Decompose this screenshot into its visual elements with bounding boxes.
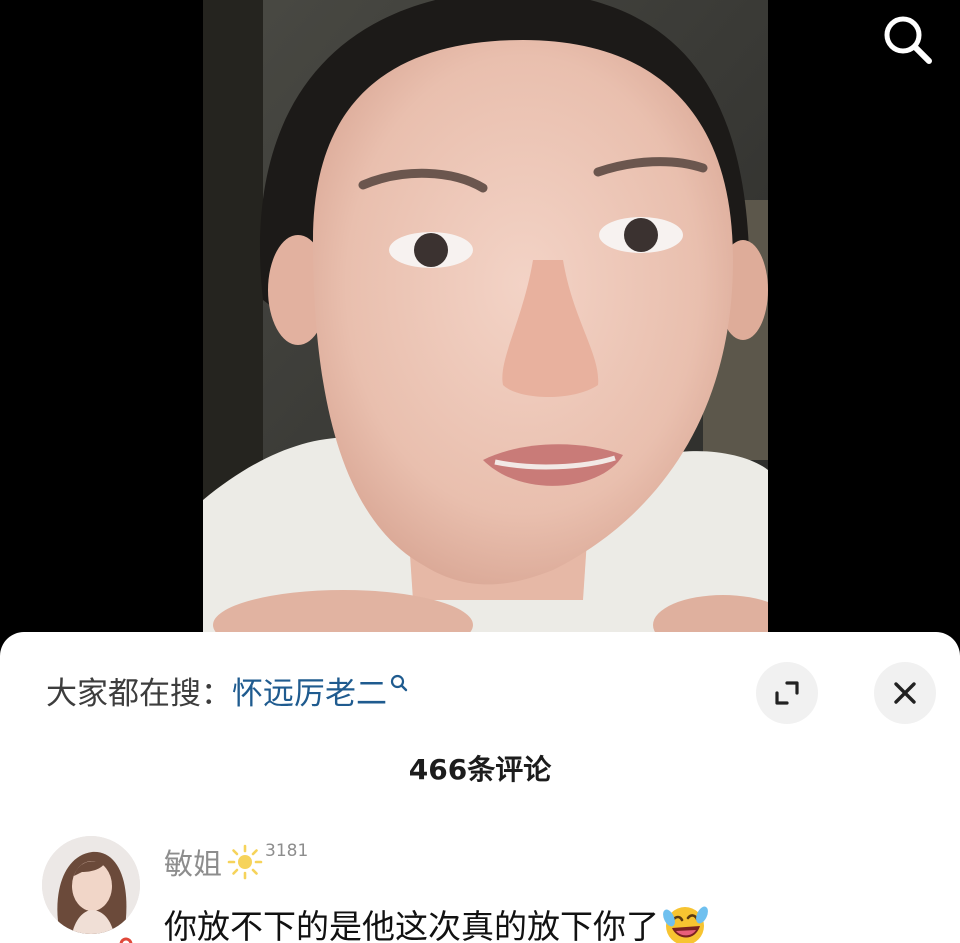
video-frame-image	[203, 0, 768, 640]
close-icon	[894, 682, 916, 704]
comment-text-row: 你放不下的是他这次真的放下你了	[164, 900, 709, 943]
search-icon	[884, 16, 932, 64]
comment-text: 你放不下的是他这次真的放下你了	[164, 907, 659, 943]
user-level-number: 3181	[265, 841, 309, 861]
suggestion-label: 大家都在搜：	[46, 675, 232, 712]
comment-username[interactable]: 敏姐	[164, 841, 222, 883]
close-button[interactable]	[874, 662, 936, 724]
comment-user-row: 敏姐 3181	[164, 841, 308, 883]
badge-ring-icon	[119, 937, 133, 943]
search-small-icon	[390, 674, 408, 692]
video-player[interactable]	[203, 0, 768, 640]
laughing-crying-emoji	[663, 906, 708, 943]
comment-sheet: 大家都在搜： 怀远厉老二 466条评论 敏姐 3181 你放不下的是他这次真的放…	[0, 632, 960, 943]
sun-icon	[227, 844, 263, 880]
expand-button[interactable]	[756, 662, 818, 724]
suggestion-term-link[interactable]: 怀远厉老二	[232, 668, 387, 713]
expand-icon	[775, 681, 799, 705]
search-button[interactable]	[878, 10, 938, 70]
avatar[interactable]	[42, 836, 140, 934]
comment-count: 466条评论	[408, 753, 552, 786]
avatar-image	[42, 836, 140, 934]
search-suggestion[interactable]: 大家都在搜： 怀远厉老二	[46, 666, 408, 714]
comment-item[interactable]: 敏姐 3181 你放不下的是他这次真的放下你了	[42, 836, 942, 943]
video-comment-screen: 大家都在搜： 怀远厉老二 466条评论 敏姐 3181 你放不下的是他这次真的放…	[0, 0, 960, 943]
